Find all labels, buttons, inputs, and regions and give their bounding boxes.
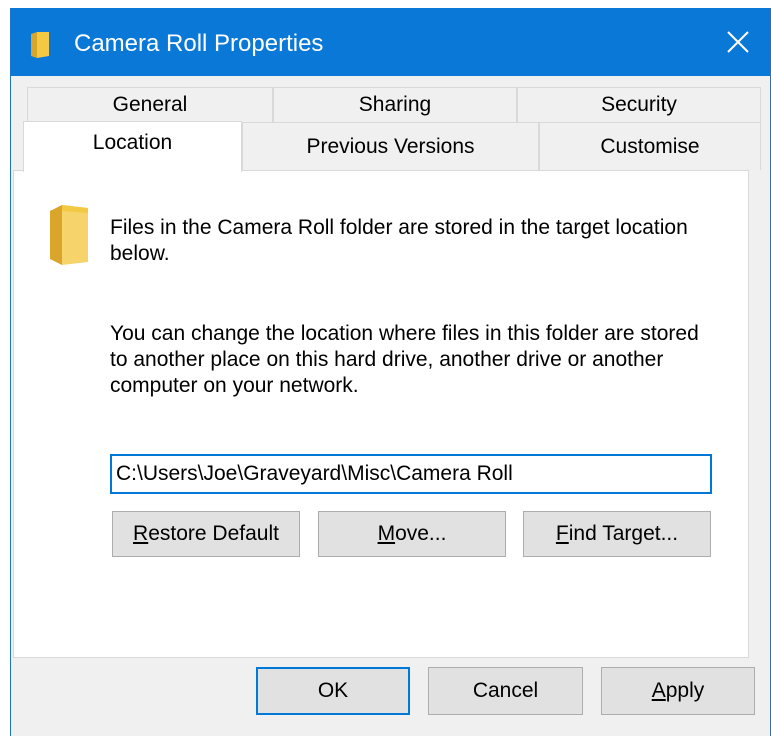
location-intro-text: Files in the Camera Roll folder are stor… — [110, 216, 688, 265]
folder-icon — [31, 32, 49, 58]
tab-security[interactable]: Security — [517, 87, 761, 122]
apply-label: pply — [665, 679, 705, 702]
location-path-input[interactable] — [110, 454, 712, 494]
restore-default-button[interactable]: Restore Default — [112, 511, 300, 557]
window-title: Camera Roll Properties — [74, 30, 324, 57]
move-label: ove... — [395, 522, 447, 545]
location-help-text: You can change the location where files … — [110, 322, 699, 397]
move-button[interactable]: Move... — [318, 511, 506, 557]
tab-location[interactable]: Location — [23, 121, 242, 172]
restore-mnemonic: R — [133, 522, 149, 545]
apply-button[interactable]: Apply — [601, 667, 755, 715]
tab-general[interactable]: General — [27, 87, 273, 122]
find-label: ind Target... — [568, 522, 679, 545]
find-mnemonic: F — [555, 522, 569, 545]
tab-previous-versions-label: Previous Versions — [306, 135, 475, 158]
tab-sharing-label: Sharing — [358, 93, 432, 116]
restore-label: estore Default — [148, 522, 279, 545]
tab-previous-versions[interactable]: Previous Versions — [242, 122, 539, 170]
tab-location-label: Location — [92, 131, 173, 154]
tab-general-label: General — [112, 93, 188, 116]
apply-mnemonic: A — [651, 679, 666, 702]
cancel-button[interactable]: Cancel — [428, 667, 583, 715]
folder-icon — [50, 205, 88, 265]
location-panel: Files in the Camera Roll folder are stor… — [13, 170, 749, 658]
ok-button[interactable]: OK — [256, 667, 410, 715]
title-bar[interactable]: Camera Roll Properties — [11, 8, 770, 76]
tab-sharing[interactable]: Sharing — [273, 87, 517, 122]
move-mnemonic: M — [377, 522, 396, 545]
close-icon — [727, 31, 749, 53]
tab-security-label: Security — [601, 93, 677, 116]
tab-customise[interactable]: Customise — [539, 122, 761, 170]
tab-customise-label: Customise — [600, 135, 700, 158]
close-button[interactable] — [706, 8, 770, 76]
find-target-button[interactable]: Find Target... — [523, 511, 711, 557]
